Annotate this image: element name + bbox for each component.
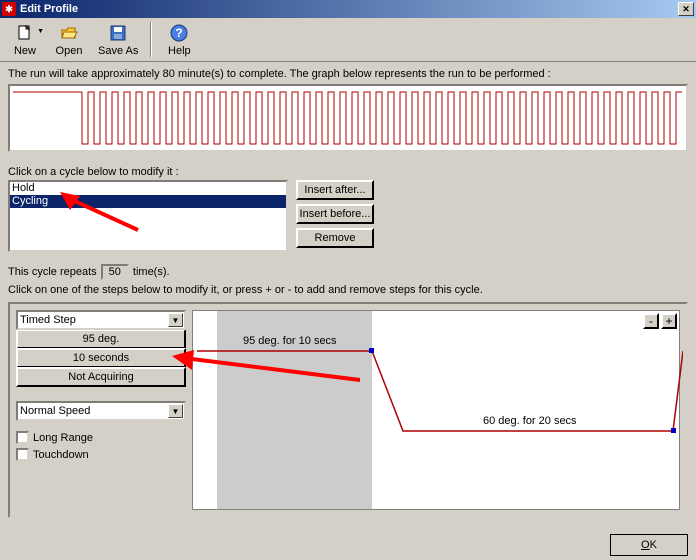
step-type-combo[interactable]: Timed Step ▼	[16, 310, 186, 330]
cycle-prompt: Click on a cycle below to modify it :	[8, 166, 688, 178]
insert-before-button[interactable]: Insert before...	[296, 204, 374, 224]
title-bar: ✱ Edit Profile ✕	[0, 0, 696, 18]
step2-label: 60 deg. for 20 secs	[483, 415, 577, 427]
cycle-step-graph: - + 95 deg. for 10 secs 60 deg. for 20 s…	[192, 310, 680, 510]
cycle-list[interactable]: Hold Cycling	[8, 180, 288, 252]
dropdown-arrow-icon: ▼	[37, 28, 44, 35]
step-type-value: Timed Step	[20, 314, 76, 326]
window-title: Edit Profile	[20, 3, 678, 15]
step-instructions: Click on one of the steps below to modif…	[8, 284, 688, 296]
dropdown-icon: ▼	[168, 313, 183, 327]
repeat-prefix: This cycle repeats	[8, 266, 97, 278]
long-range-label: Long Range	[33, 432, 93, 444]
help-icon: ?	[169, 23, 189, 43]
touchdown-label: Touchdown	[33, 449, 89, 461]
repeat-suffix: time(s).	[133, 266, 170, 278]
open-icon	[59, 23, 79, 43]
long-range-checkbox[interactable]	[16, 431, 29, 444]
step1-label: 95 deg. for 10 secs	[243, 335, 337, 347]
new-label: New	[14, 45, 36, 57]
new-icon	[15, 23, 35, 43]
open-label: Open	[56, 45, 83, 57]
close-button[interactable]: ✕	[678, 2, 694, 16]
speed-value: Normal Speed	[20, 405, 90, 417]
speed-combo[interactable]: Normal Speed ▼	[16, 401, 186, 421]
toolbar-separator	[150, 22, 152, 57]
remove-button[interactable]: Remove	[296, 228, 374, 248]
new-button[interactable]: New ▼	[4, 20, 46, 59]
acquire-button[interactable]: Not Acquiring	[16, 367, 186, 387]
duration-button[interactable]: 10 seconds	[16, 348, 186, 368]
save-as-label: Save As	[98, 45, 138, 57]
toolbar: New ▼ Open Save As ? Help	[0, 18, 696, 62]
repeat-count-field[interactable]: 50	[101, 264, 129, 280]
save-icon	[108, 23, 128, 43]
dropdown-icon: ▼	[168, 404, 183, 418]
temperature-button[interactable]: 95 deg.	[16, 329, 186, 349]
cycle-item-hold[interactable]: Hold	[10, 182, 286, 195]
app-icon: ✱	[2, 2, 16, 16]
open-button[interactable]: Open	[48, 20, 90, 59]
help-button[interactable]: ? Help	[158, 20, 200, 59]
ok-button[interactable]: OK	[610, 534, 688, 556]
touchdown-checkbox[interactable]	[16, 448, 29, 461]
svg-text:?: ?	[176, 26, 183, 40]
cycle-item-cycling[interactable]: Cycling	[10, 195, 286, 208]
save-as-button[interactable]: Save As	[92, 20, 144, 59]
run-info-text: The run will take approximately 80 minut…	[8, 68, 688, 80]
insert-after-button[interactable]: Insert after...	[296, 180, 374, 200]
step-panel: Timed Step ▼ 95 deg. 10 seconds Not Acqu…	[8, 302, 688, 518]
help-label: Help	[168, 45, 191, 57]
run-profile-graph	[8, 84, 688, 152]
